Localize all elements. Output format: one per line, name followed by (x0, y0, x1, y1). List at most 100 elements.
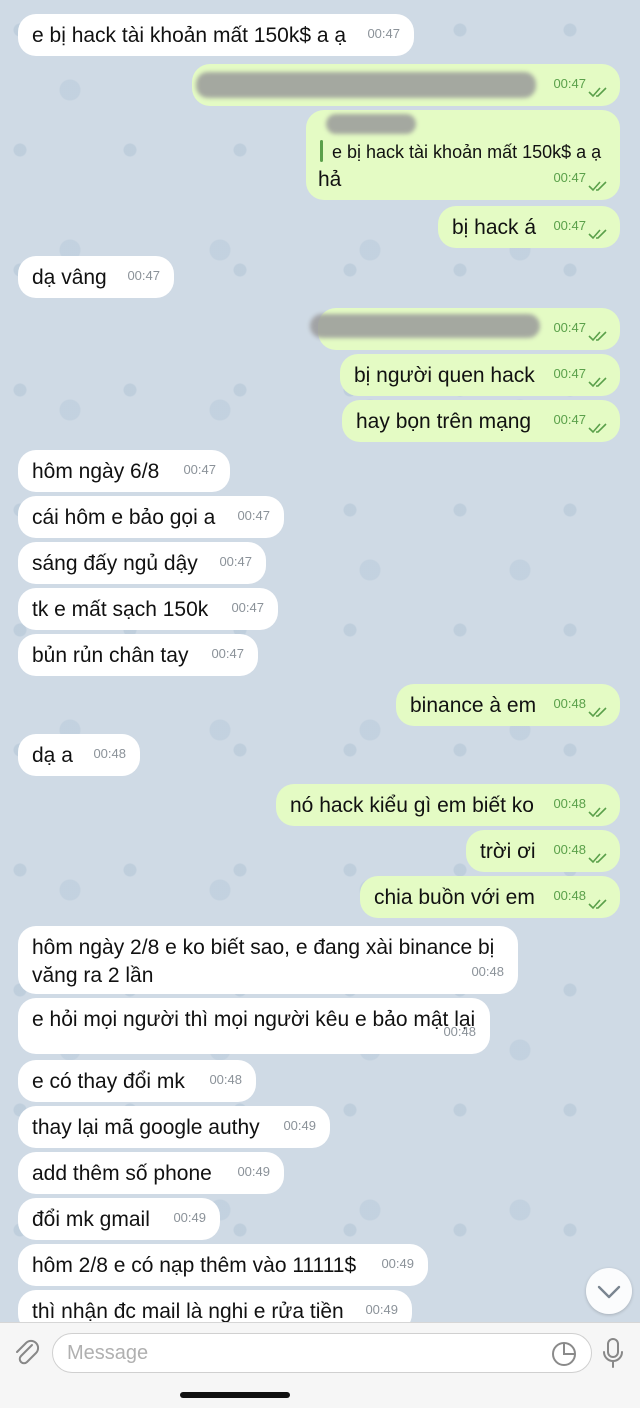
double-check-icon (588, 807, 607, 818)
message-incoming[interactable]: tk e mất sạch 150k 00:47 (18, 588, 278, 630)
double-check-icon (588, 853, 607, 864)
message-text: hôm 2/8 e có nạp thêm vào 11111$ (32, 1254, 357, 1277)
sticker-icon[interactable] (551, 1341, 577, 1367)
message-incoming[interactable]: hôm 2/8 e có nạp thêm vào 11111$ 00:49 (18, 1244, 428, 1286)
message-incoming[interactable]: đổi mk gmail 00:49 (18, 1198, 220, 1240)
double-check-icon (588, 181, 607, 192)
message-incoming[interactable]: hôm ngày 6/8 00:47 (18, 450, 230, 492)
redacted-content (310, 314, 540, 338)
double-check-icon (588, 423, 607, 434)
message-text: cái hôm e bảo gọi a (32, 506, 216, 529)
message-incoming[interactable]: dạ a 00:48 (18, 734, 140, 776)
message-incoming[interactable]: add thêm số phone 00:49 (18, 1152, 284, 1194)
message-time: 00:47 (183, 462, 216, 477)
message-time: 00:48 (553, 696, 586, 711)
reply-quote[interactable]: e bị hack tài khoản mất 150k$ a ạ (332, 138, 601, 166)
message-text: e bị hack tài khoản mất 150k$ a ạ (32, 24, 347, 47)
message-time: 00:47 (553, 170, 586, 185)
message-time: 00:48 (471, 964, 504, 979)
double-check-icon (588, 87, 607, 98)
message-text: add thêm số phone (32, 1162, 212, 1185)
message-time: 00:49 (173, 1210, 206, 1225)
double-check-icon (588, 899, 607, 910)
double-check-icon (588, 331, 607, 342)
chevron-down-icon (597, 1285, 621, 1299)
double-check-icon (588, 707, 607, 718)
message-text-line2: văng ra 2 lần (32, 964, 154, 987)
message-time: 00:47 (127, 268, 160, 283)
message-incoming[interactable]: hôm ngày 2/8 e ko biết sao, e đang xài b… (18, 926, 518, 994)
message-text: dạ a (32, 744, 73, 767)
message-time: 00:47 (553, 218, 586, 233)
message-outgoing[interactable]: chia buồn với em 00:48 (360, 876, 620, 918)
message-text: trời ơi (480, 840, 536, 863)
message-time: 00:47 (211, 646, 244, 661)
message-time: 00:47 (553, 366, 586, 381)
message-text: e có thay đổi mk (32, 1070, 185, 1093)
message-outgoing[interactable]: trời ơi 00:48 (466, 830, 620, 872)
message-text: hôm ngày 6/8 (32, 460, 160, 483)
message-incoming[interactable]: thay lại mã google authy 00:49 (18, 1106, 330, 1148)
message-text: bị hack á (452, 216, 537, 239)
message-incoming[interactable]: dạ vâng 00:47 (18, 256, 174, 298)
home-indicator (180, 1392, 290, 1398)
message-outgoing[interactable]: 00:47 (310, 308, 620, 350)
redacted-content (196, 72, 536, 98)
microphone-icon[interactable] (600, 1337, 626, 1369)
message-field[interactable]: Message (52, 1333, 592, 1373)
message-text: bị người quen hack (354, 364, 535, 387)
message-text: dạ vâng (32, 266, 107, 289)
scroll-down-button[interactable] (586, 1268, 632, 1314)
double-check-icon (588, 229, 607, 240)
message-time: 00:47 (231, 600, 264, 615)
message-outgoing[interactable]: bị người quen hack 00:47 (340, 354, 620, 396)
message-time: 00:47 (237, 508, 270, 523)
message-outgoing-reply[interactable]: e bị hack tài khoản mất 150k$ a ạ hả 00:… (306, 110, 620, 200)
message-outgoing[interactable]: bị hack á 00:47 (438, 206, 620, 248)
message-time: 00:48 (553, 888, 586, 903)
message-time: 00:49 (237, 1164, 270, 1179)
message-incoming[interactable]: thì nhận đc mail là nghi e rửa tiền 00:4… (18, 1290, 412, 1322)
message-time: 00:49 (381, 1256, 414, 1271)
message-time: 00:48 (93, 746, 126, 761)
message-text: hay bọn trên mạng (356, 410, 532, 433)
message-text: bủn rủn chân tay (32, 644, 189, 667)
chat-area[interactable]: e bị hack tài khoản mất 150k$ a ạ 00:47 … (0, 0, 640, 1322)
message-placeholder[interactable]: Message (67, 1342, 148, 1365)
message-text: e hỏi mọi người thì mọi người kêu e bảo … (32, 1008, 476, 1031)
message-time: 00:47 (553, 412, 586, 427)
message-outgoing[interactable]: 00:47 (192, 64, 620, 106)
message-outgoing[interactable]: hay bọn trên mạng 00:47 (342, 400, 620, 442)
message-text: đổi mk gmail (32, 1208, 150, 1231)
message-text: hả (318, 168, 342, 191)
message-text: chia buồn với em (374, 886, 535, 909)
reply-indicator (320, 140, 323, 162)
message-incoming[interactable]: sáng đấy ngủ dậy 00:47 (18, 542, 266, 584)
message-text: thay lại mã google authy (32, 1116, 260, 1139)
message-time: 00:49 (365, 1302, 398, 1317)
message-incoming[interactable]: e có thay đổi mk 00:48 (18, 1060, 256, 1102)
message-text: binance à em (410, 694, 537, 717)
message-text: nó hack kiểu gì em biết ko (290, 794, 534, 817)
message-time: 00:47 (219, 554, 252, 569)
message-incoming[interactable]: e hỏi mọi người thì mọi người kêu e bảo … (18, 998, 490, 1054)
message-outgoing[interactable]: binance à em 00:48 (396, 684, 620, 726)
double-check-icon (588, 377, 607, 388)
message-incoming[interactable]: bủn rủn chân tay 00:47 (18, 634, 258, 676)
message-text: thì nhận đc mail là nghi e rửa tiền (32, 1300, 344, 1322)
message-time: 00:48 (553, 796, 586, 811)
message-time: 00:47 (553, 320, 586, 335)
paperclip-icon[interactable] (12, 1337, 40, 1367)
message-input-bar: Message (0, 1322, 640, 1408)
message-outgoing[interactable]: nó hack kiểu gì em biết ko 00:48 (276, 784, 620, 826)
message-text-line1: hôm ngày 2/8 e ko biết sao, e đang xài b… (32, 936, 495, 959)
message-time: 00:48 (209, 1072, 242, 1087)
message-incoming[interactable]: cái hôm e bảo gọi a 00:47 (18, 496, 284, 538)
redacted-reply-author (326, 114, 416, 134)
message-time: 00:48 (553, 842, 586, 857)
message-time: 00:48 (443, 1024, 476, 1039)
message-text: tk e mất sạch 150k (32, 598, 209, 621)
message-incoming[interactable]: e bị hack tài khoản mất 150k$ a ạ 00:47 (18, 14, 414, 56)
message-time: 00:47 (367, 26, 400, 41)
message-time: 00:49 (283, 1118, 316, 1133)
